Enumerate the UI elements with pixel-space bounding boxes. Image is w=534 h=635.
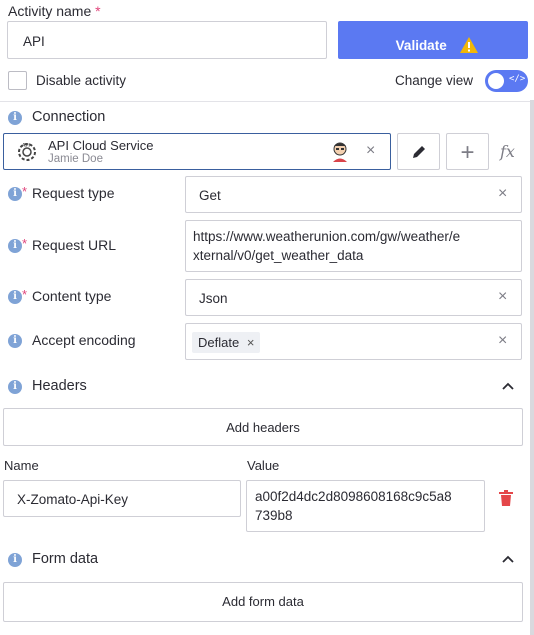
add-headers-button[interactable]: Add headers	[3, 408, 523, 446]
content-type-clear-icon[interactable]: ×	[498, 289, 507, 305]
request-url-input[interactable]: https://www.weatherunion.com/gw/weather/…	[185, 220, 522, 272]
request-type-required-star: *	[22, 184, 28, 199]
deflate-tag: Deflate ×	[192, 332, 261, 353]
request-type-info-icon[interactable]: i	[8, 187, 22, 201]
headers-info-icon[interactable]: i	[8, 380, 22, 394]
plus-icon: +	[460, 139, 475, 166]
request-url-line2: xternal/v0/get_weather_data	[193, 248, 364, 263]
request-type-clear-icon[interactable]: ×	[498, 186, 507, 202]
header-value-input[interactable]: a00f2d4dc2d8098608168c9c5a8 739b8	[246, 480, 485, 532]
header-value-line1: a00f2d4dc2d8098608168c9c5a8	[255, 489, 452, 504]
disable-activity-checkbox[interactable]	[8, 71, 27, 90]
edit-connection-button[interactable]	[397, 133, 440, 170]
connection-select[interactable]: API API Cloud Service Jamie Doe ×	[3, 133, 391, 170]
disable-activity-label: Disable activity	[36, 73, 127, 88]
activity-name-value: API	[23, 34, 45, 49]
form-data-title: Form data	[32, 551, 99, 567]
code-icon: </>	[509, 74, 526, 84]
form-data-collapse-chevron-icon[interactable]	[502, 554, 514, 566]
accept-encoding-info-icon[interactable]: i	[8, 334, 22, 348]
header-value-line2: 739b8	[255, 508, 293, 523]
request-url-line1: https://www.weatherunion.com/gw/weather/…	[193, 229, 461, 244]
headers-collapse-chevron-icon[interactable]	[502, 381, 514, 393]
scrollbar[interactable]	[530, 100, 534, 635]
request-type-value: Get	[199, 188, 221, 203]
deflate-tag-label: Deflate	[198, 335, 240, 350]
api-cloud-icon: API	[18, 143, 36, 161]
add-headers-label: Add headers	[226, 420, 300, 435]
validate-button[interactable]: Validate	[338, 21, 528, 59]
accept-encoding-select[interactable]: Deflate × ×	[185, 323, 522, 360]
headers-title: Headers	[32, 378, 87, 394]
add-connection-button[interactable]: +	[446, 133, 489, 170]
content-type-select[interactable]: Json ×	[185, 279, 522, 316]
activity-name-label: Activity name *	[8, 3, 101, 19]
form-data-info-icon[interactable]: i	[8, 553, 22, 567]
accept-encoding-label: Accept encoding	[32, 332, 136, 348]
user-avatar-icon	[333, 142, 347, 162]
add-form-data-button[interactable]: Add form data	[3, 582, 523, 622]
request-url-info-icon[interactable]: i	[8, 239, 22, 253]
svg-text:API: API	[22, 143, 30, 149]
connection-label: Connection	[32, 109, 106, 125]
content-type-value: Json	[199, 291, 228, 306]
request-type-label: Request type	[32, 185, 115, 201]
validate-label: Validate	[395, 38, 447, 53]
request-url-label: Request URL	[32, 237, 117, 253]
warning-icon	[460, 37, 479, 53]
change-view-toggle[interactable]: </>	[485, 70, 528, 92]
request-url-required-star: *	[22, 236, 28, 251]
header-name-value: X-Zomato-Api-Key	[17, 492, 129, 507]
header-value-column-label: Value	[247, 458, 280, 473]
change-view-label: Change view	[395, 73, 474, 88]
fx-icon[interactable]: fx	[500, 142, 515, 161]
top-divider	[0, 101, 534, 102]
deflate-tag-remove-icon[interactable]: ×	[247, 335, 255, 350]
delete-header-icon[interactable]	[499, 490, 513, 506]
header-name-input[interactable]: X-Zomato-Api-Key	[3, 480, 241, 517]
content-type-info-icon[interactable]: i	[8, 290, 22, 304]
activity-name-input[interactable]: API	[7, 21, 327, 59]
add-form-data-label: Add form data	[222, 594, 304, 609]
connection-service-name: API Cloud Service	[48, 138, 154, 153]
activity-name-label-text: Activity name	[8, 3, 92, 19]
request-type-select[interactable]: Get ×	[185, 176, 522, 213]
connection-info-icon[interactable]: i	[8, 111, 22, 125]
content-type-required-star: *	[22, 287, 28, 302]
header-name-column-label: Name	[4, 458, 39, 473]
pencil-icon	[412, 146, 425, 158]
connection-clear-icon[interactable]: ×	[366, 143, 375, 159]
toggle-knob	[488, 73, 504, 89]
connection-user-name: Jamie Doe	[48, 153, 103, 165]
required-star: *	[95, 3, 101, 19]
content-type-label: Content type	[32, 288, 112, 304]
accept-encoding-clear-icon[interactable]: ×	[498, 333, 507, 349]
